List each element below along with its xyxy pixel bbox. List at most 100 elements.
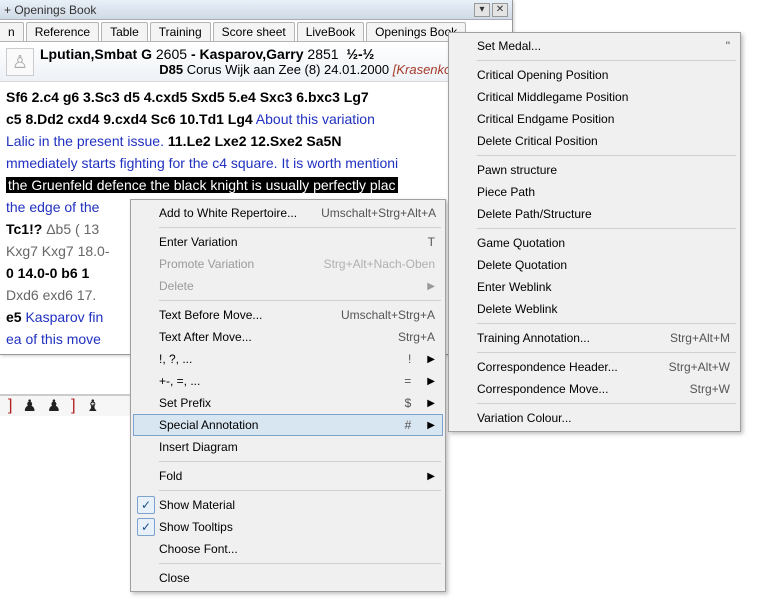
menu-item-label: Game Quotation xyxy=(477,236,730,250)
comment: Kasparov fin xyxy=(22,309,104,325)
comment: ea of this move xyxy=(6,331,101,347)
player1-name: Lputian,Smbat G xyxy=(40,46,152,62)
menu-item[interactable]: ✓Show Tooltips xyxy=(133,516,443,538)
tab[interactable]: n xyxy=(0,22,24,41)
tab[interactable]: Training xyxy=(150,22,211,41)
menu-item[interactable]: Critical Opening Position xyxy=(451,64,738,86)
result: ½-½ xyxy=(346,46,374,62)
dropdown-icon[interactable]: ▾ xyxy=(474,3,490,17)
menu-item-label: Special Annotation xyxy=(159,418,381,432)
menu-item-label: Delete Path/Structure xyxy=(477,207,730,221)
menu-item[interactable]: Enter Weblink xyxy=(451,276,738,298)
menu-item[interactable]: Correspondence Move...Strg+W xyxy=(451,378,738,400)
submenu-arrow-icon: ▶ xyxy=(427,281,435,292)
tab[interactable]: Reference xyxy=(26,22,99,41)
menu-item[interactable]: Delete Weblink xyxy=(451,298,738,320)
menu-separator xyxy=(477,403,736,404)
menu-item-label: Text Before Move... xyxy=(159,308,317,322)
menu-separator xyxy=(477,155,736,156)
menu-item-label: Show Material xyxy=(159,498,435,512)
submenu-arrow-icon: ▶ xyxy=(427,354,435,365)
player1-elo: 2605 xyxy=(156,46,187,62)
menu-item-shortcut: Strg+Alt+Nach-Oben xyxy=(324,257,435,271)
menu-item-shortcut: Strg+W xyxy=(690,382,730,396)
moves: e5 xyxy=(6,309,22,325)
menu-item[interactable]: ✓Show Material xyxy=(133,494,443,516)
check-icon: ✓ xyxy=(137,518,155,536)
menu-item-label: Choose Font... xyxy=(159,542,435,556)
tab[interactable]: Score sheet xyxy=(213,22,295,41)
menu-item-shortcut: " xyxy=(726,39,730,53)
menu-item[interactable]: Special Annotation#▶ xyxy=(133,414,443,436)
menu-item[interactable]: Delete Quotation xyxy=(451,254,738,276)
menu-item-label: Enter Weblink xyxy=(477,280,730,294)
menu-item-label: Pawn structure xyxy=(477,163,730,177)
menu-item[interactable]: Delete Critical Position xyxy=(451,130,738,152)
event: Corus Wijk aan Zee (8) 24.01.2000 xyxy=(187,62,389,77)
menu-item-shortcut: Umschalt+Strg+Alt+A xyxy=(321,206,436,220)
menu-item[interactable]: !, ?, ...!▶ xyxy=(133,348,443,370)
menu-item-shortcut: Umschalt+Strg+A xyxy=(341,308,435,322)
menu-item[interactable]: Set Prefix$▶ xyxy=(133,392,443,414)
menu-item[interactable]: Training Annotation...Strg+Alt+M xyxy=(451,327,738,349)
menu-item-label: Critical Endgame Position xyxy=(477,112,730,126)
menu-item-label: Enter Variation xyxy=(159,235,404,249)
menu-item[interactable]: Fold▶ xyxy=(133,465,443,487)
variation: Δb5 ( 13 xyxy=(46,221,99,237)
menu-item[interactable]: +-, =, ...=▶ xyxy=(133,370,443,392)
menu-item[interactable]: Variation Colour... xyxy=(451,407,738,429)
menu-item[interactable]: Set Medal... " xyxy=(451,35,738,57)
tab[interactable]: LiveBook xyxy=(297,22,364,41)
moves: 11.Le2 Lxe2 12.Sxe2 Sa5N xyxy=(164,133,341,149)
context-menu[interactable]: Add to White Repertoire...Umschalt+Strg+… xyxy=(130,199,446,592)
menu-item-shortcut: Strg+Alt+M xyxy=(670,331,730,345)
menu-item[interactable]: Choose Font... xyxy=(133,538,443,560)
menu-item-label: !, ?, ... xyxy=(159,352,384,366)
menu-item-label: Set Prefix xyxy=(159,396,381,410)
comment: Lalic in the present issue. xyxy=(6,133,164,149)
menu-item-label: +-, =, ... xyxy=(159,374,380,388)
menu-item-label: Delete Critical Position xyxy=(477,134,730,148)
menu-item-shortcut: Strg+A xyxy=(398,330,435,344)
close-icon[interactable]: ✕ xyxy=(492,3,508,17)
menu-item[interactable]: Text Before Move... Umschalt+Strg+A xyxy=(133,304,443,326)
menu-separator xyxy=(477,60,736,61)
menu-item-label: Promote Variation xyxy=(159,257,300,271)
comment: the edge of the xyxy=(6,199,99,215)
tab[interactable]: Table xyxy=(101,22,148,41)
menu-item[interactable]: Game Quotation xyxy=(451,232,738,254)
menu-item[interactable]: Correspondence Header...Strg+Alt+W xyxy=(451,356,738,378)
menu-item-shortcut: $ xyxy=(405,396,412,410)
eco-code: D85 xyxy=(159,62,183,77)
menu-item[interactable]: Enter VariationT xyxy=(133,231,443,253)
titlebar: + Openings Book ▾ ✕ xyxy=(0,0,512,20)
menu-item[interactable]: Piece Path xyxy=(451,181,738,203)
menu-item-label: Fold xyxy=(159,469,411,483)
submenu-arrow-icon: ▶ xyxy=(427,420,435,431)
moves: 0 14.0-0 b6 1 xyxy=(6,265,89,281)
bracket-icon: ] xyxy=(8,397,12,415)
menu-item[interactable]: Pawn structure xyxy=(451,159,738,181)
tab-bar: n Reference Table Training Score sheet L… xyxy=(0,20,512,42)
menu-item-label: Variation Colour... xyxy=(477,411,730,425)
menu-item[interactable]: Add to White Repertoire...Umschalt+Strg+… xyxy=(133,202,443,224)
menu-separator xyxy=(159,227,441,228)
menu-item[interactable]: Close xyxy=(133,567,443,589)
menu-item[interactable]: Delete Path/Structure xyxy=(451,203,738,225)
menu-item-label: Delete Quotation xyxy=(477,258,730,272)
menu-item: Promote Variation Strg+Alt+Nach-Oben xyxy=(133,253,443,275)
menu-separator xyxy=(159,490,441,491)
menu-item-label: Set Medal... xyxy=(477,39,702,53)
menu-item[interactable]: Text After Move... Strg+A xyxy=(133,326,443,348)
special-annotation-submenu[interactable]: Set Medal..."Critical Opening PositionCr… xyxy=(448,32,741,432)
moves: Tc1!? xyxy=(6,221,46,237)
menu-item[interactable]: Critical Endgame Position xyxy=(451,108,738,130)
menu-item[interactable]: Critical Middlegame Position xyxy=(451,86,738,108)
menu-separator xyxy=(477,352,736,353)
menu-item-shortcut: = xyxy=(404,374,411,388)
variation: Kxg7 Kxg7 18.0- xyxy=(6,243,110,259)
menu-item[interactable]: Insert Diagram xyxy=(133,436,443,458)
moves: Sf6 2.c4 g6 3.Sc3 d5 4.cxd5 Sxd5 5.e4 Sx… xyxy=(6,89,369,105)
pawn-icon: ♟ xyxy=(22,396,36,416)
menu-item-label: Text After Move... xyxy=(159,330,374,344)
